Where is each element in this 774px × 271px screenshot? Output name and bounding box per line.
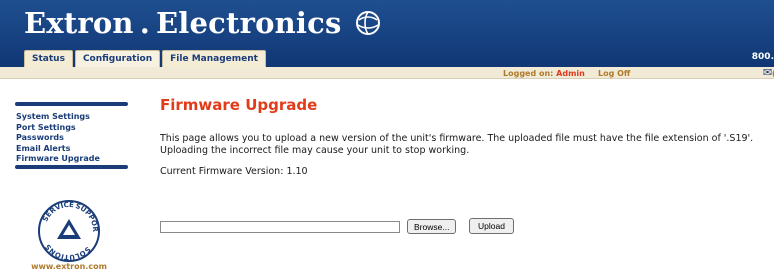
svg-text:SOLUTIONS: SOLUTIONS <box>44 243 92 262</box>
upload-button[interactable]: Upload <box>469 218 514 234</box>
log-off-link[interactable]: Log Off <box>598 69 630 78</box>
phone-number: 800. <box>751 52 774 62</box>
brand-title: Extron. Electronics <box>24 6 382 40</box>
current-firmware-version: Current Firmware Version: 1.10 <box>160 166 308 177</box>
envelope-icon[interactable]: ✉ <box>763 67 772 78</box>
sidebar-rule-bottom <box>15 165 128 169</box>
tab-status[interactable]: Status <box>24 50 73 67</box>
globe-logo-icon <box>355 11 380 35</box>
sidebar: System Settings Port Settings Passwords … <box>0 79 138 271</box>
page-description: This page allows you to upload a new ver… <box>160 133 774 156</box>
tab-configuration[interactable]: Configuration <box>74 50 161 67</box>
logged-on-user: Admin <box>556 69 585 78</box>
current-version-label: Current Firmware Version: <box>160 166 284 177</box>
tab-file-management[interactable]: File Management <box>162 50 266 67</box>
brand-dot: . <box>139 6 150 40</box>
firmware-file-input[interactable] <box>160 221 400 233</box>
description-line-1: This page allows you to upload a new ver… <box>160 133 754 144</box>
brand-left: Extron <box>24 6 134 40</box>
browse-button[interactable]: Browse... <box>407 219 457 234</box>
service-seal-icon: SERVICE SUPPORT SOLUTIONS <box>35 197 100 262</box>
description-line-2: Uploading the incorrect file may cause y… <box>160 144 470 156</box>
status-bar <box>0 67 774 79</box>
website-link[interactable]: www.extron.com <box>0 262 138 271</box>
sidebar-item-system-settings[interactable]: System Settings <box>16 112 100 123</box>
seal-text-bottom: SOLUTIONS <box>44 243 92 262</box>
sidebar-nav: System Settings Port Settings Passwords … <box>16 112 100 165</box>
brand-right: Electronics <box>156 6 342 40</box>
sidebar-item-passwords[interactable]: Passwords <box>16 133 100 144</box>
main-tabs: Status Configuration File Management <box>24 50 266 67</box>
logged-on-label: Logged on: <box>503 69 554 78</box>
sidebar-item-port-settings[interactable]: Port Settings <box>16 123 100 134</box>
sidebar-rule-top <box>15 102 128 106</box>
sidebar-item-email-alerts[interactable]: Email Alerts <box>16 144 100 155</box>
logged-on-text: Logged on: Admin <box>503 69 585 78</box>
current-version-value: 1.10 <box>286 166 308 177</box>
header-banner: Extron. Electronics Status Configuration … <box>0 0 774 75</box>
sidebar-item-firmware-upgrade[interactable]: Firmware Upgrade <box>16 154 100 165</box>
page-title: Firmware Upgrade <box>160 96 318 114</box>
